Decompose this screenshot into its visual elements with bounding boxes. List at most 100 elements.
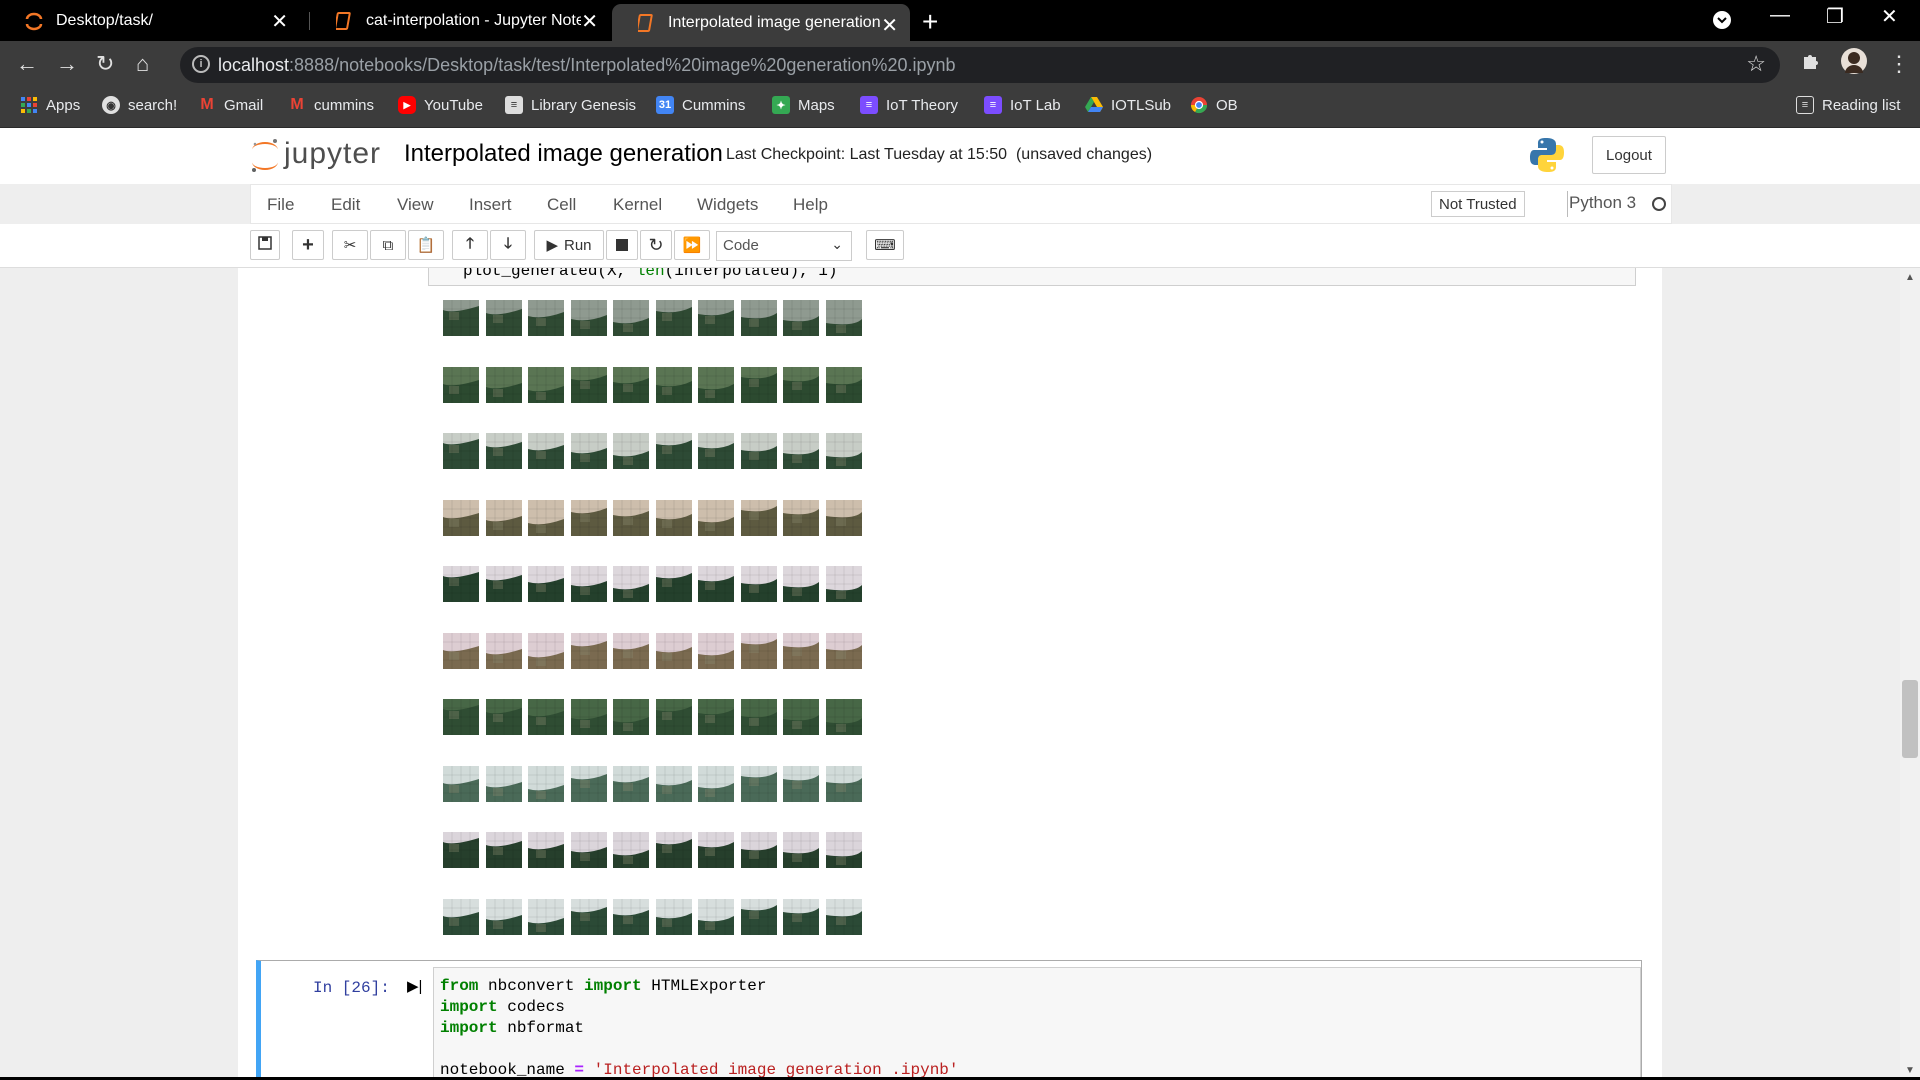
- menu-help[interactable]: Help: [793, 195, 828, 215]
- restart-icon: ↻: [648, 234, 664, 255]
- close-icon[interactable]: ✕: [271, 9, 288, 34]
- maps-icon: ✦: [772, 96, 790, 114]
- bookmark-star-icon[interactable]: ☆: [1746, 51, 1766, 77]
- bookmark-search[interactable]: ◉ search!: [102, 96, 177, 114]
- generated-image-thumbnail: [655, 765, 692, 802]
- bookmark-maps[interactable]: ✦ Maps: [772, 96, 835, 114]
- play-icon: ▶: [546, 237, 558, 254]
- code-line[interactable]: from nbconvert import HTMLExporter: [440, 976, 1634, 997]
- url-text[interactable]: localhost:8888/notebooks/Desktop/task/te…: [218, 55, 956, 76]
- generated-image-thumbnail: [825, 366, 862, 403]
- menu-cell[interactable]: Cell: [547, 195, 576, 215]
- menu-kernel[interactable]: Kernel: [613, 195, 662, 215]
- close-icon[interactable]: ✕: [581, 9, 598, 34]
- tab-search-icon[interactable]: [1712, 10, 1732, 36]
- close-icon[interactable]: ✕: [881, 13, 898, 38]
- generated-image-thumbnail: [528, 898, 564, 935]
- bookmark-youtube[interactable]: ▶ YouTube: [398, 96, 483, 114]
- menu-widgets[interactable]: Widgets: [697, 195, 758, 215]
- new-tab-button[interactable]: +: [922, 6, 938, 38]
- close-window-icon[interactable]: ✕: [1881, 4, 1898, 29]
- generated-image-thumbnail: [443, 699, 479, 735]
- notebook-title[interactable]: Interpolated image generation: [404, 140, 723, 168]
- insert-cell-button[interactable]: +: [292, 230, 324, 260]
- command-palette-button[interactable]: ⌨: [866, 230, 904, 260]
- page-scrollbar[interactable]: ▲ ▼: [1900, 268, 1920, 1080]
- avatar[interactable]: [1840, 47, 1868, 81]
- restore-icon[interactable]: ❐: [1826, 4, 1844, 29]
- reading-list-button[interactable]: ≡ Reading list: [1796, 96, 1900, 114]
- code-line[interactable]: import nbformat: [440, 1018, 1634, 1039]
- omnibox[interactable]: i localhost:8888/notebooks/Desktop/task/…: [180, 47, 1780, 83]
- bookmark-iotlsub[interactable]: IOTLSub: [1085, 96, 1171, 114]
- restart-button[interactable]: ↻: [640, 230, 672, 260]
- cell-type-select[interactable]: Code ⌄: [716, 231, 852, 261]
- menu-view[interactable]: View: [397, 195, 434, 215]
- code-line[interactable]: import codecs: [440, 997, 1634, 1018]
- bookmark-cummins-mail[interactable]: Mcummins: [288, 96, 374, 114]
- menu-edit[interactable]: Edit: [331, 195, 360, 215]
- copy-button[interactable]: ⧉: [370, 230, 406, 260]
- trust-status-button[interactable]: Not Trusted: [1431, 191, 1525, 217]
- gmail-icon: M: [290, 96, 304, 113]
- scroll-up-icon[interactable]: ▲: [1905, 272, 1915, 283]
- paste-button[interactable]: 📋: [408, 230, 444, 260]
- forward-icon[interactable]: →: [56, 51, 78, 77]
- code-cell-selected[interactable]: In [26]: ▶| from nbconvert import HTMLEx…: [256, 960, 1642, 1080]
- generated-image-thumbnail: [825, 300, 862, 336]
- scrollbar-thumb[interactable]: [1902, 680, 1918, 758]
- menu-file[interactable]: File: [267, 195, 294, 215]
- back-icon[interactable]: ←: [16, 51, 38, 77]
- bookmarks-bar: Apps ◉ search! M Gmail Mcummins ▶ YouTube ≡…: [0, 88, 1920, 128]
- interrupt-button[interactable]: [606, 230, 638, 260]
- generated-image-thumbnail: [570, 832, 607, 868]
- scroll-down-icon[interactable]: ▼: [1905, 1065, 1915, 1076]
- menu-insert[interactable]: Insert: [469, 195, 512, 215]
- generated-image-thumbnail: [570, 765, 607, 802]
- previous-code-cell[interactable]: plot_generated(X, len(interpolated), 1): [428, 268, 1636, 286]
- logout-button[interactable]: Logout: [1592, 136, 1666, 174]
- run-cell-icon[interactable]: ▶|: [407, 977, 422, 995]
- move-up-button[interactable]: 🡑: [452, 230, 488, 260]
- bookmark-gmail[interactable]: M Gmail: [198, 96, 263, 114]
- generated-image-thumbnail: [825, 765, 862, 802]
- generated-image-thumbnail: [783, 300, 819, 336]
- bookmark-library-genesis[interactable]: ≡ Library Genesis: [505, 96, 636, 114]
- extensions-icon[interactable]: [1800, 49, 1822, 77]
- chevron-down-icon: ⌄: [831, 236, 843, 252]
- generated-image-thumbnail: [443, 765, 479, 802]
- bookmark-iot-lab[interactable]: ≡ IoT Lab: [984, 96, 1061, 114]
- jupyter-wordmark: jupyter: [284, 137, 382, 170]
- home-icon[interactable]: ⌂: [136, 51, 149, 77]
- site-info-icon[interactable]: i: [192, 55, 210, 73]
- code-line[interactable]: [440, 1039, 1634, 1060]
- save-button[interactable]: [250, 230, 280, 260]
- generated-image-thumbnail: [740, 832, 777, 868]
- generated-image-thumbnail: [740, 300, 777, 336]
- restart-run-all-button[interactable]: ⏩: [674, 230, 710, 260]
- generated-image-thumbnail: [698, 366, 734, 403]
- generated-image-thumbnail: [570, 632, 607, 669]
- minimize-icon[interactable]: —: [1770, 4, 1790, 27]
- reload-icon[interactable]: ↻: [96, 51, 114, 77]
- generated-image-thumbnail: [698, 832, 734, 868]
- jupyter-logo[interactable]: jupyter: [250, 136, 381, 172]
- move-down-button[interactable]: 🡓: [490, 230, 526, 260]
- generated-image-thumbnail: [783, 366, 819, 403]
- bookmark-iot-theory[interactable]: ≡ IoT Theory: [860, 96, 958, 114]
- bookmark-cummins-calendar[interactable]: 31 Cummins: [656, 96, 745, 114]
- generated-image-thumbnail: [825, 898, 862, 935]
- tab-cat-interpolation[interactable]: cat-interpolation - Jupyter Notebook ✕: [310, 0, 610, 41]
- generated-image-thumbnail: [613, 765, 649, 802]
- generated-image-thumbnail: [528, 300, 564, 336]
- tab-desktop-task[interactable]: Desktop/task/ ✕: [0, 0, 300, 41]
- kebab-menu-icon[interactable]: ⋮: [1888, 51, 1910, 77]
- code-editor[interactable]: from nbconvert import HTMLExporter import…: [433, 967, 1641, 1080]
- kernel-name[interactable]: Python 3: [1569, 193, 1636, 213]
- tab-interpolated-image-generation[interactable]: Interpolated image generation - Jupyter …: [612, 4, 910, 41]
- bookmark-ob[interactable]: OB: [1190, 96, 1238, 114]
- cut-button[interactable]: ✂: [332, 230, 368, 260]
- generated-image-thumbnail: [613, 632, 649, 669]
- bookmark-apps[interactable]: Apps: [20, 96, 80, 114]
- run-button[interactable]: ▶ Run: [534, 230, 604, 260]
